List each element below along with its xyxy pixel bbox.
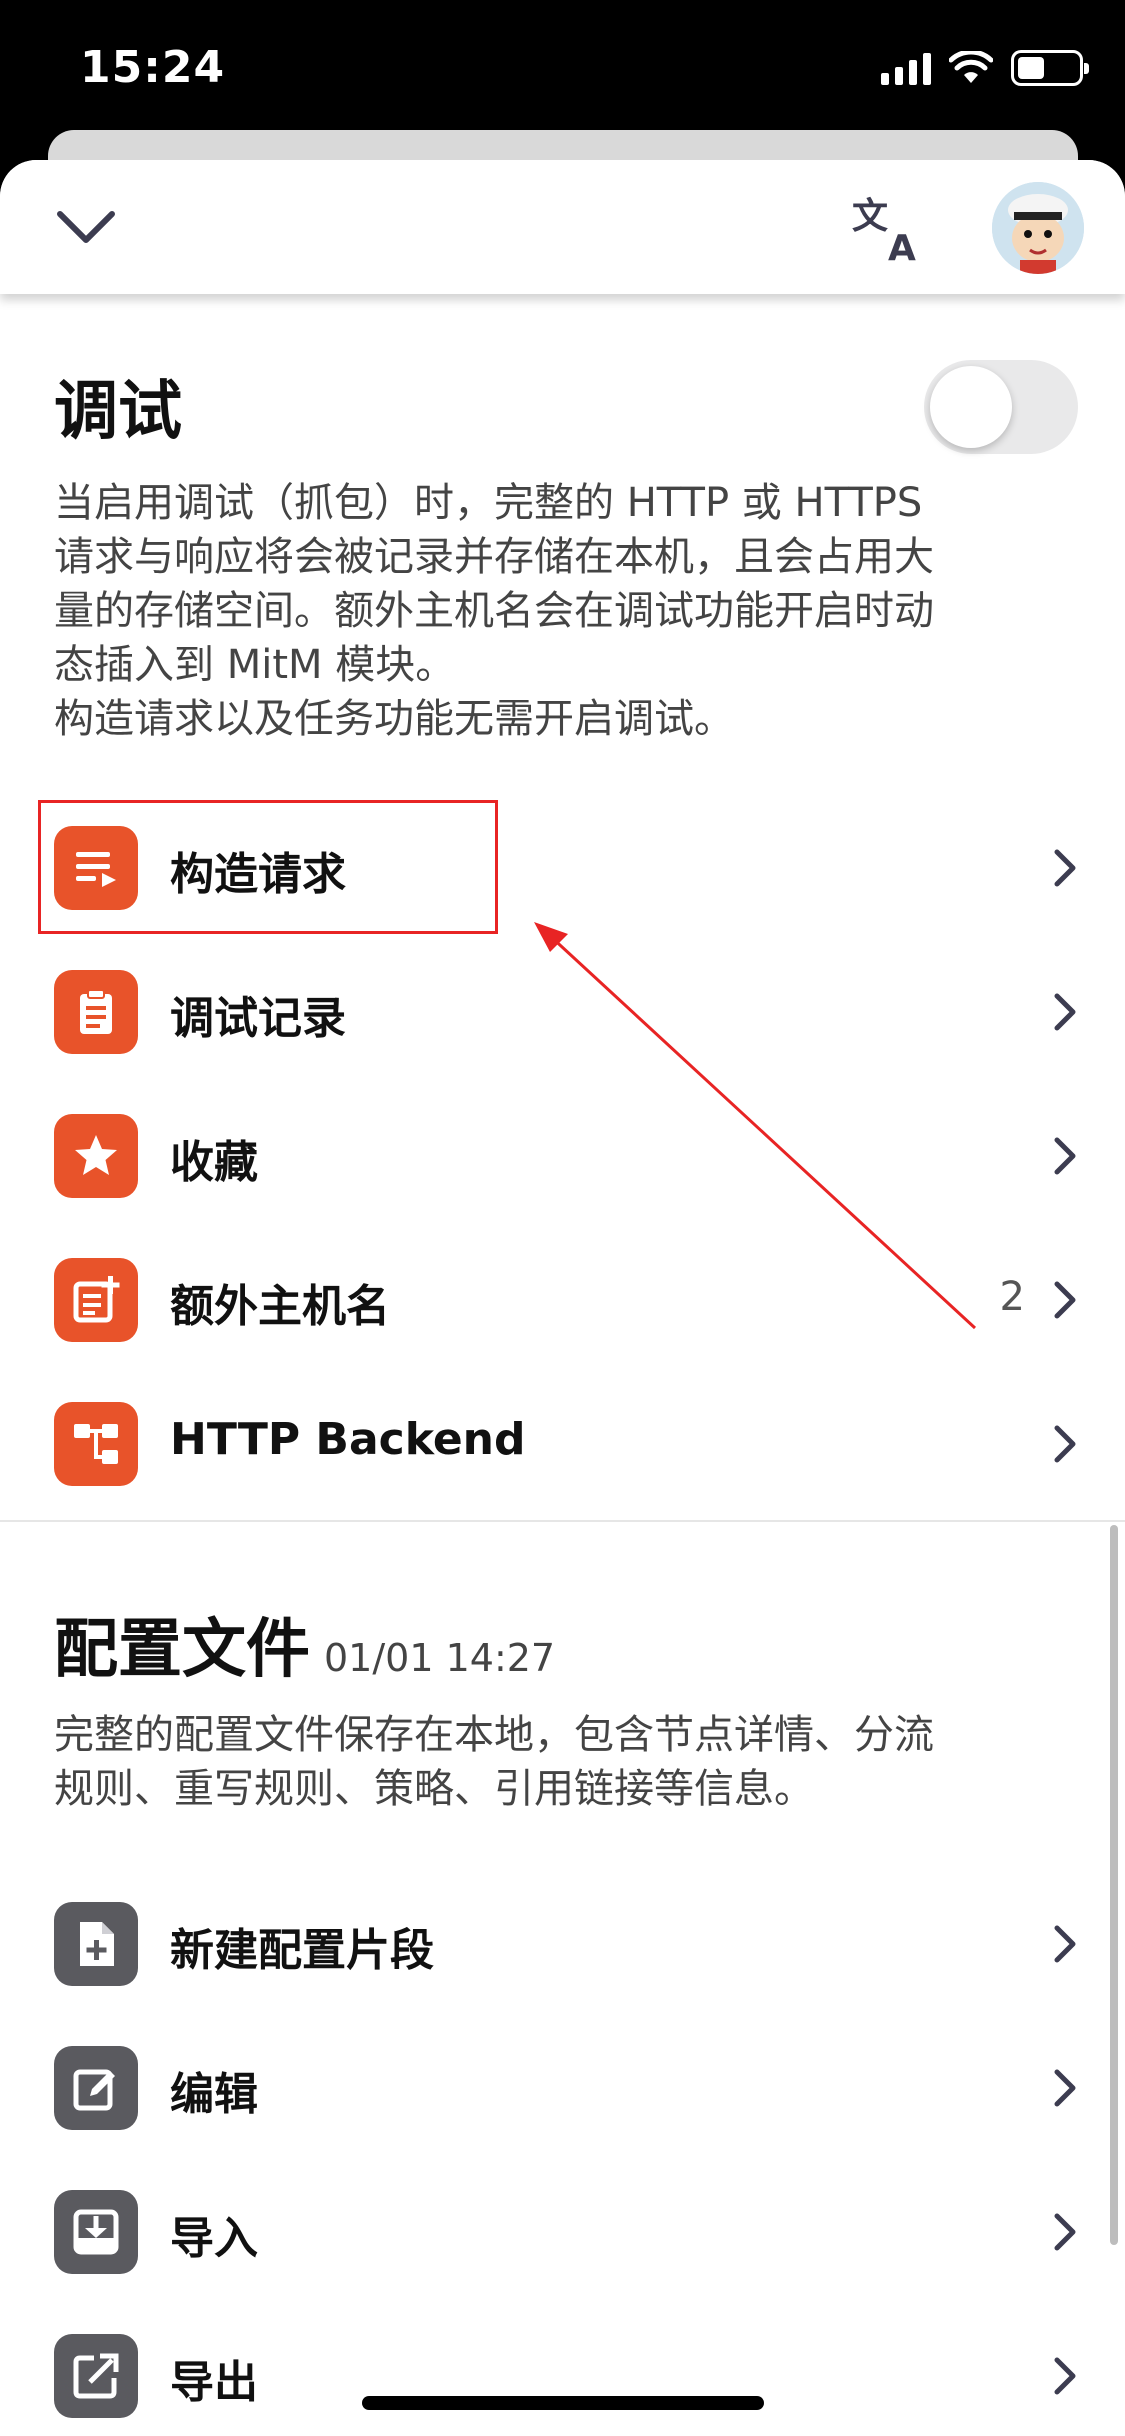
- menu-item-label: 收藏: [170, 1137, 258, 1188]
- chevron-right-icon: [1054, 1281, 1076, 1319]
- status-icons: [881, 50, 1089, 86]
- desc-line: 规则、重写规则、策略、引用链接等信息。: [54, 1766, 814, 1812]
- desc-line: 构造请求以及任务功能无需开启调试。: [54, 696, 734, 742]
- chevron-right-icon: [1054, 993, 1076, 1031]
- profile-title: 配置文件: [54, 1613, 310, 1687]
- chevron-right-icon: [1054, 2069, 1076, 2107]
- menu-item-label: 导出: [170, 2357, 258, 2408]
- modal-sheet: 文 A 调试 当启用调试（抓包）时，完整的 HTTP 或 HTTPS 请求与响应…: [0, 160, 1125, 2436]
- annotation-highlight-box: [38, 800, 498, 934]
- star-icon: [54, 1114, 138, 1198]
- avatar[interactable]: [992, 182, 1084, 274]
- chevron-right-icon: [1054, 1425, 1076, 1463]
- edit-icon: [54, 2046, 138, 2130]
- export-icon: [54, 2334, 138, 2418]
- menu-item-label: HTTP Backend: [170, 1414, 526, 1465]
- menu-item-export[interactable]: 导出: [0, 2302, 1125, 2436]
- menu-item-import[interactable]: 导入: [0, 2158, 1125, 2302]
- section-title-debug: 调试: [54, 375, 182, 449]
- chevron-down-icon[interactable]: [54, 202, 118, 252]
- debug-description: 当启用调试（抓包）时，完整的 HTTP 或 HTTPS 请求与响应将会被记录并存…: [54, 476, 1074, 746]
- chevron-right-icon: [1054, 1925, 1076, 1963]
- menu-item-edit[interactable]: 编辑: [0, 2014, 1125, 2158]
- chevron-right-icon: [1054, 849, 1076, 887]
- toggle-knob: [930, 366, 1012, 448]
- sheet-header: 文 A: [0, 160, 1125, 294]
- cellular-signal-icon: [881, 51, 931, 85]
- menu-item-label: 新建配置片段: [170, 1925, 434, 1976]
- svg-text:A: A: [888, 228, 916, 264]
- menu-item-label: 编辑: [170, 2069, 258, 2120]
- section-title-profile: 配置文件 01/01 14:27: [54, 1598, 555, 1690]
- avatar-image: [992, 182, 1084, 274]
- import-icon: [54, 2190, 138, 2274]
- chevron-right-icon: [1054, 1137, 1076, 1175]
- status-bar: 15:24: [0, 0, 1125, 150]
- desc-line: 量的存储空间。额外主机名会在调试功能开启时动: [54, 588, 934, 634]
- desc-line: 请求与响应将会被记录并存储在本机，且会占用大: [54, 534, 934, 580]
- home-indicator[interactable]: [362, 2396, 764, 2410]
- add-note-icon: [54, 1258, 138, 1342]
- menu-item-label: 额外主机名: [170, 1281, 390, 1332]
- desc-line: 当启用调试（抓包）时，完整的 HTTP 或 HTTPS: [54, 480, 923, 526]
- wifi-icon: [949, 51, 993, 83]
- menu-item-label: 调试记录: [170, 993, 346, 1044]
- menu-item-http-backend[interactable]: HTTP Backend: [0, 1370, 1125, 1514]
- debug-toggle[interactable]: [924, 360, 1078, 454]
- desc-line: 完整的配置文件保存在本地，包含节点详情、分流: [54, 1712, 934, 1758]
- menu-item-new-snippet[interactable]: 新建配置片段: [0, 1870, 1125, 2014]
- tree-icon: [54, 1402, 138, 1486]
- chevron-right-icon: [1054, 2213, 1076, 2251]
- menu-item-label: 导入: [170, 2213, 258, 2264]
- profile-timestamp: 01/01 14:27: [324, 1636, 556, 1680]
- clipboard-icon: [54, 970, 138, 1054]
- item-count-badge: 2: [999, 1274, 1025, 1320]
- battery-icon: [1011, 50, 1089, 86]
- new-file-icon: [54, 1902, 138, 1986]
- profile-description: 完整的配置文件保存在本地，包含节点详情、分流 规则、重写规则、策略、引用链接等信…: [54, 1708, 1074, 1816]
- svg-text:文: 文: [852, 196, 888, 237]
- annotation-arrow: [534, 922, 977, 1330]
- translate-icon[interactable]: 文 A: [852, 194, 928, 264]
- desc-line: 态插入到 MitM 模块。: [54, 642, 456, 688]
- chevron-right-icon: [1054, 2357, 1076, 2395]
- scrollbar[interactable]: [1110, 1525, 1118, 2245]
- status-time: 15:24: [80, 42, 226, 93]
- section-divider: [0, 1520, 1125, 1522]
